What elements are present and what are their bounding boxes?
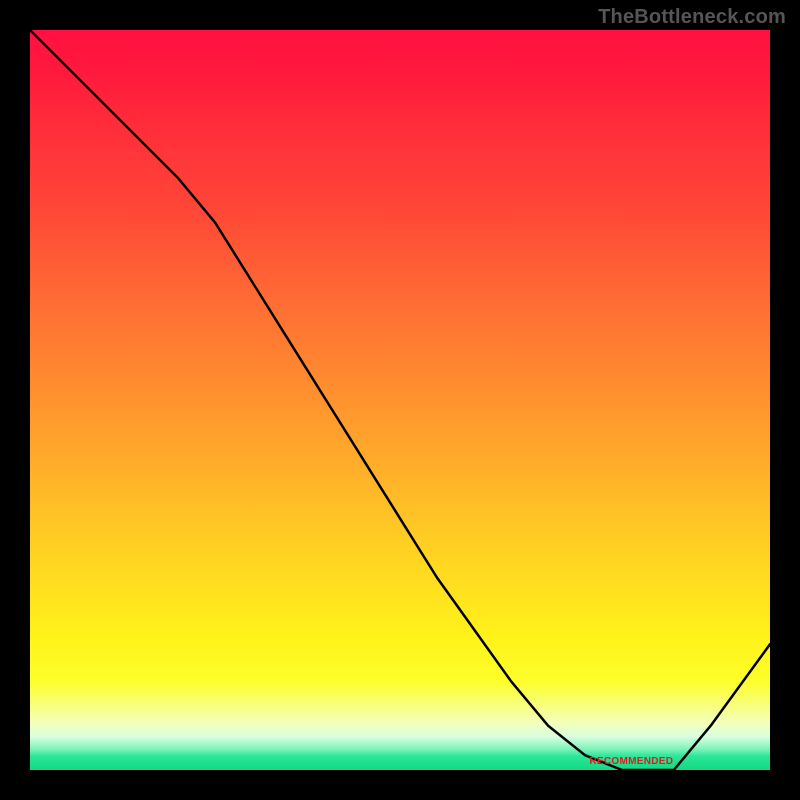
chart-frame: TheBottleneck.com RECOMMENDED [0, 0, 800, 800]
recommended-annotation: RECOMMENDED [589, 756, 673, 767]
plot-area: RECOMMENDED [30, 30, 770, 770]
curve-svg [30, 30, 770, 770]
watermark-text: TheBottleneck.com [598, 6, 786, 29]
bottleneck-curve [30, 30, 770, 770]
